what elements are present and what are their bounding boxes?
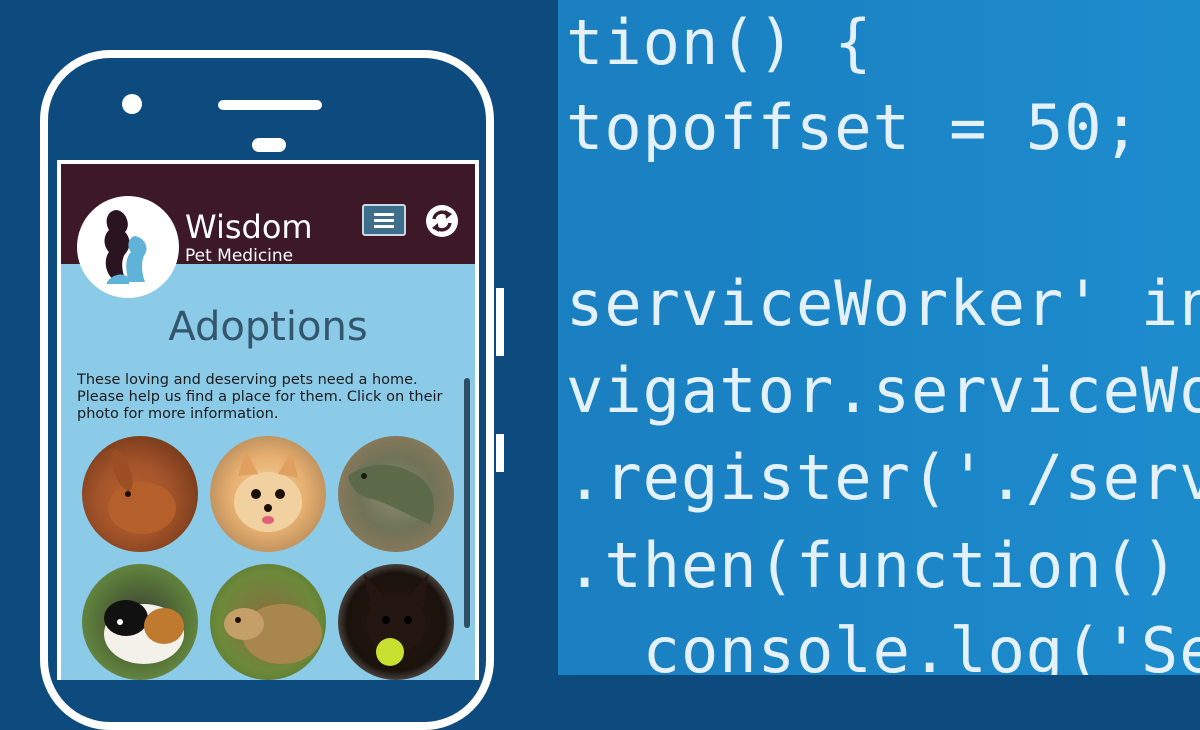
pet-photo-iguana[interactable]	[338, 436, 454, 552]
brand-subtitle: Pet Medicine	[185, 246, 294, 266]
volume-up-button	[496, 288, 504, 356]
power-button	[496, 434, 504, 472]
code-panel: tion() { topoffset = 50; serviceWorker' …	[558, 0, 1200, 675]
intro-text: These loving and deserving pets need a h…	[77, 372, 443, 422]
code-line: .register('./serv	[566, 441, 1200, 514]
code-line: topoffset = 50;	[566, 91, 1141, 164]
pet-photo-rabbit[interactable]	[82, 436, 198, 552]
pet-photo-guinea-pig[interactable]	[82, 564, 198, 680]
logo-icon[interactable]	[77, 196, 179, 298]
menu-bar-icon	[374, 225, 394, 228]
code-line: console.log('Se	[566, 614, 1200, 676]
pet-photo-pomeranian[interactable]	[210, 436, 326, 552]
code-line: serviceWorker' in	[566, 267, 1200, 340]
pet-photo-tortoise[interactable]	[210, 564, 326, 680]
hamburger-menu-button[interactable]	[362, 204, 406, 236]
menu-bar-icon	[374, 213, 394, 216]
pet-photo-chihuahua[interactable]	[338, 564, 454, 680]
phone-screen: Wisdom Pet Medicine Adoptions These lovi…	[57, 160, 479, 680]
code-line: vigator.serviceWo	[566, 354, 1200, 427]
brand-name: Wisdom	[185, 208, 313, 246]
scrollbar[interactable]	[464, 378, 470, 628]
front-camera	[122, 94, 142, 114]
phone-speaker	[218, 100, 322, 110]
menu-bar-icon	[374, 219, 394, 222]
code-line: .then(function()	[566, 529, 1180, 602]
phone-sensor	[252, 138, 286, 152]
page-title: Adoptions	[168, 304, 368, 350]
refresh-icon[interactable]	[425, 204, 459, 238]
code-line: tion() {	[566, 6, 873, 79]
